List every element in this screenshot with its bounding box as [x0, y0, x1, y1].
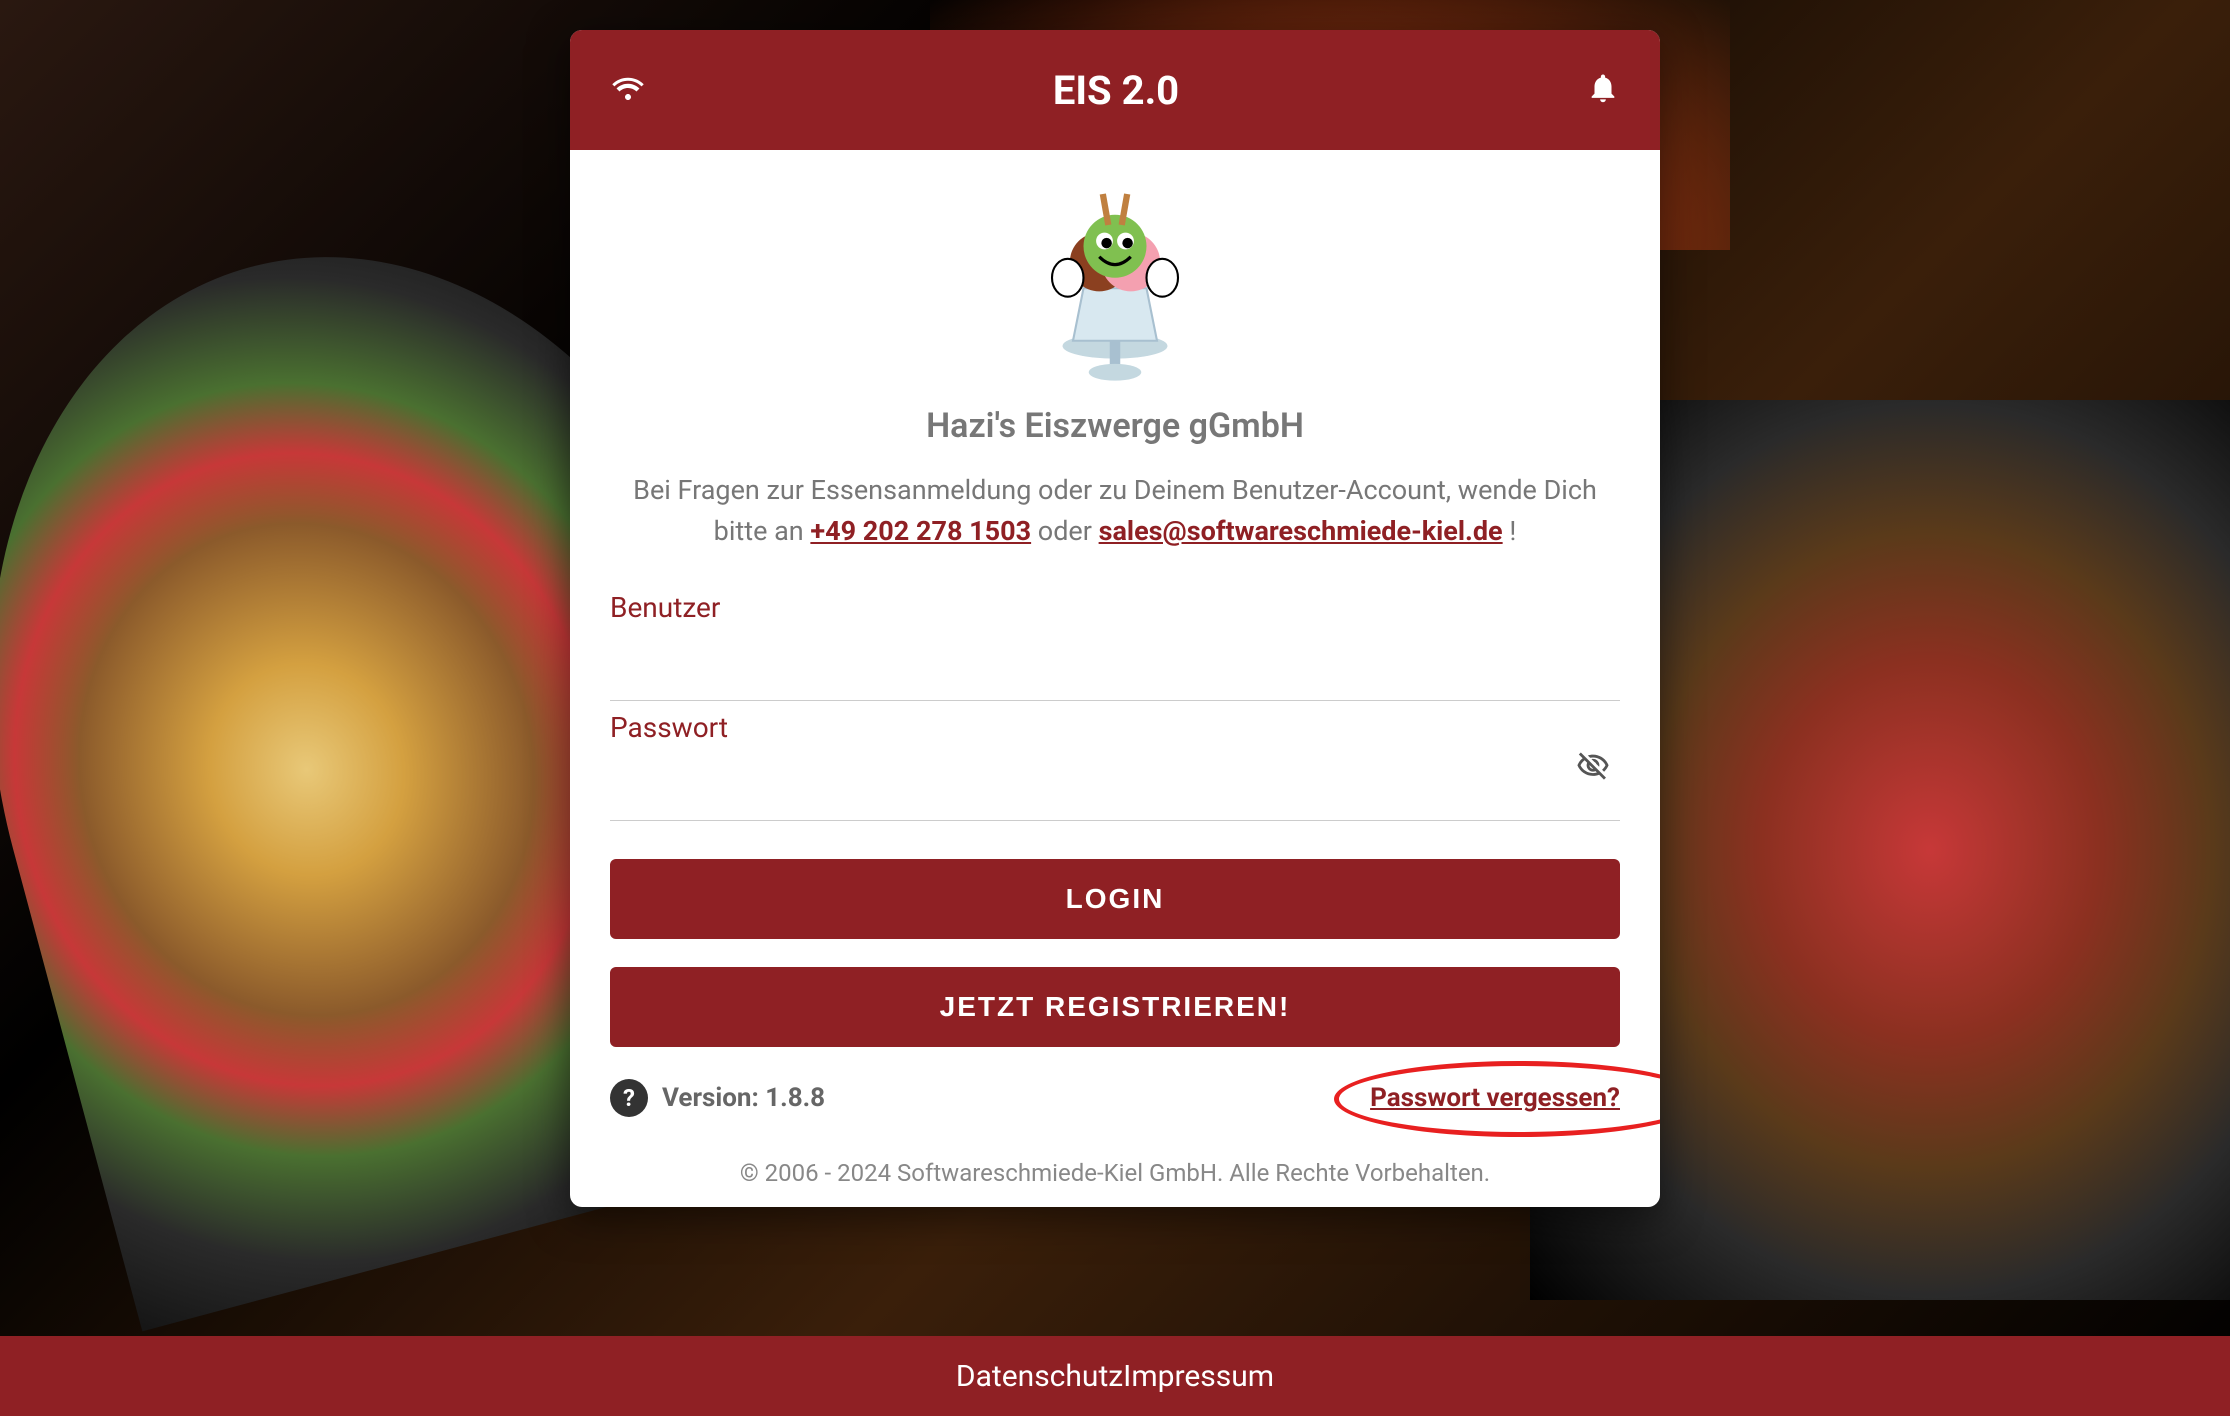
- ice-cream-logo: [1005, 178, 1225, 388]
- imprint-link[interactable]: Impressum: [1123, 1359, 1274, 1394]
- version-text: Version: 1.8.8: [662, 1083, 825, 1113]
- logo-container: [610, 178, 1620, 388]
- bell-icon[interactable]: [1586, 71, 1620, 109]
- copyright-text: © 2006 - 2024 Softwareschmiede-Kiel GmbH…: [610, 1159, 1620, 1187]
- version-wrap: ? Version: 1.8.8: [610, 1079, 825, 1117]
- company-name: Hazi's Eiszwerge gGmbH: [610, 406, 1620, 446]
- footer-bar: DatenschutzImpressum: [0, 1336, 2230, 1416]
- username-group: Benutzer: [610, 591, 1620, 701]
- help-text-after: !: [1503, 515, 1517, 547]
- card-header: EIS 2.0: [570, 30, 1660, 150]
- app-title: EIS 2.0: [1053, 67, 1179, 114]
- privacy-link[interactable]: Datenschutz: [956, 1359, 1123, 1394]
- username-input[interactable]: [610, 630, 1620, 701]
- login-card: EIS 2.0: [570, 30, 1660, 1207]
- card-body: Hazi's Eiszwerge gGmbH Bei Fragen zur Es…: [570, 150, 1660, 1207]
- password-label: Passwort: [610, 711, 1620, 744]
- username-label: Benutzer: [610, 591, 1620, 624]
- help-icon[interactable]: ?: [610, 1079, 648, 1117]
- phone-link[interactable]: +49 202 278 1503: [810, 515, 1031, 547]
- login-button[interactable]: LOGIN: [610, 859, 1620, 939]
- help-text: Bei Fragen zur Essensanmeldung oder zu D…: [610, 470, 1620, 551]
- visibility-off-icon[interactable]: [1576, 749, 1610, 783]
- password-input[interactable]: [610, 750, 1620, 821]
- email-link[interactable]: sales@softwareschmiede-kiel.de: [1099, 515, 1503, 547]
- help-text-middle: oder: [1031, 515, 1099, 547]
- bottom-row: ? Version: 1.8.8 Passwort vergessen?: [610, 1079, 1620, 1117]
- wifi-icon: [610, 70, 646, 110]
- password-group: Passwort: [610, 711, 1620, 821]
- register-button[interactable]: JETZT REGISTRIEREN!: [610, 967, 1620, 1047]
- forgot-password-link[interactable]: Passwort vergessen?: [1370, 1083, 1620, 1113]
